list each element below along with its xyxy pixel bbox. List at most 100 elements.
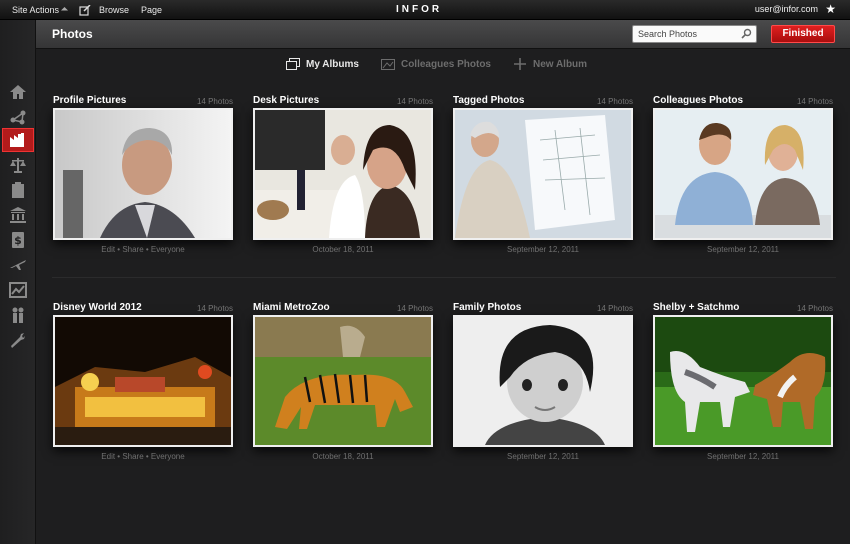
album-meta: September 12, 2011 — [707, 452, 779, 461]
portrait-photo — [55, 110, 231, 238]
album-cover-image[interactable] — [53, 315, 233, 447]
page-header: Photos Search Photos Finished — [36, 20, 850, 49]
album-meta: September 12, 2011 — [507, 245, 579, 254]
sidebar-item-finance[interactable]: $ — [2, 228, 34, 252]
album-photo-count: 14 Photos — [596, 97, 633, 106]
user-email[interactable]: user@infor.com — [755, 4, 818, 14]
album-photo-count: 14 Photos — [596, 304, 633, 313]
album-card[interactable]: Colleagues Photos 14 Photos September 12… — [653, 95, 833, 265]
album-meta: September 12, 2011 — [507, 452, 579, 461]
album-photo-count: 14 Photos — [196, 304, 233, 313]
album-card[interactable]: Profile Pictures 14 Photos Edit • Share … — [53, 95, 233, 265]
colleagues-photo — [655, 110, 831, 238]
colleagues-photos-icon — [380, 59, 395, 70]
share-network-icon — [10, 110, 26, 125]
sidebar-item-bank[interactable] — [2, 203, 34, 227]
album-photo-count: 14 Photos — [196, 97, 233, 106]
sidebar-item-home[interactable] — [2, 80, 34, 104]
tiger-photo — [255, 317, 431, 445]
album-photo-count: 14 Photos — [396, 304, 433, 313]
site-actions-label: Site Actions — [12, 5, 60, 15]
album-cover-image[interactable] — [53, 108, 233, 240]
browse-edit-icon[interactable] — [79, 4, 91, 16]
clipboard-icon — [12, 182, 24, 198]
tools-icon — [11, 333, 25, 348]
sidebar-item-tools[interactable] — [2, 328, 34, 352]
sidebar-item-people[interactable] — [2, 303, 34, 327]
album-meta: October 18, 2011 — [312, 245, 374, 254]
site-actions-menu[interactable]: Site Actions — [12, 5, 69, 15]
search-icon[interactable] — [741, 28, 752, 39]
browse-link[interactable]: Browse — [99, 5, 129, 15]
desk-photo — [255, 110, 431, 238]
album-cover-image[interactable] — [253, 108, 433, 240]
tab-colleagues-photos-label: Colleagues Photos — [400, 58, 491, 70]
album-name[interactable]: Colleagues Photos — [653, 95, 743, 106]
album-cover-image[interactable] — [253, 315, 433, 447]
album-name[interactable]: Profile Pictures — [53, 95, 126, 106]
album-card[interactable]: Desk Pictures 14 Photos October 18, 2011 — [253, 95, 433, 265]
sidebar-item-scales[interactable] — [2, 153, 34, 177]
page-link[interactable]: Page — [141, 5, 162, 15]
tab-new-album-label: New Album — [532, 58, 588, 70]
albums-icon — [286, 58, 300, 70]
album-cover-image[interactable] — [453, 108, 633, 240]
album-photo-count: 14 Photos — [396, 97, 433, 106]
search-placeholder: Search Photos — [638, 29, 698, 39]
sidebar-item-travel[interactable] — [2, 253, 34, 277]
airplane-icon — [10, 260, 26, 270]
page-title: Photos — [52, 27, 93, 41]
factory-icon — [10, 133, 24, 147]
album-cover-image[interactable] — [653, 315, 833, 447]
sidebar-item-network[interactable] — [2, 105, 34, 129]
search-input[interactable]: Search Photos — [632, 25, 757, 43]
infor-logo: INFOR — [396, 4, 443, 15]
albums-panel: My Albums Colleagues Photos New Album Pr… — [36, 49, 850, 544]
svg-text:$: $ — [14, 234, 22, 247]
album-name[interactable]: Miami MetroZoo — [253, 302, 330, 313]
album-cover-image[interactable] — [453, 315, 633, 447]
blueprint-photo — [455, 110, 631, 238]
sidebar: $ — [0, 20, 36, 544]
album-name[interactable]: Shelby + Satchmo — [653, 302, 739, 313]
tab-new-album[interactable]: New Album — [513, 58, 587, 70]
album-card[interactable]: Family Photos 14 Photos September 12, 20… — [453, 302, 633, 472]
row-divider — [52, 277, 836, 278]
album-photo-count: 14 Photos — [796, 304, 833, 313]
album-name[interactable]: Desk Pictures — [253, 95, 319, 106]
top-nav: Site Actions Browse Page — [12, 0, 174, 20]
bank-icon — [10, 207, 26, 223]
people-icon — [12, 307, 24, 323]
plus-icon — [513, 58, 526, 70]
dogs-photo — [655, 317, 831, 445]
album-card[interactable]: Miami MetroZoo 14 Photos October 18, 201… — [253, 302, 433, 472]
child-photo — [455, 317, 631, 445]
disney-photo — [55, 317, 231, 445]
album-meta: September 12, 2011 — [707, 245, 779, 254]
album-meta[interactable]: Edit • Share • Everyone — [53, 452, 233, 461]
album-meta: October 18, 2011 — [312, 452, 374, 461]
album-card[interactable]: Disney World 2012 14 Photos Edit • Share… — [53, 302, 233, 472]
chart-icon — [9, 282, 27, 298]
sidebar-item-factory[interactable] — [2, 128, 34, 152]
album-name[interactable]: Family Photos — [453, 302, 521, 313]
finished-button[interactable]: Finished — [771, 25, 835, 43]
sidebar-item-clipboard[interactable] — [2, 178, 34, 202]
album-meta[interactable]: Edit • Share • Everyone — [53, 245, 233, 254]
album-card[interactable]: Tagged Photos 14 Photos September 12, 20… — [453, 95, 633, 265]
chevron-down-icon — [60, 6, 69, 14]
album-card[interactable]: Shelby + Satchmo 14 Photos September 12,… — [653, 302, 833, 472]
star-icon[interactable]: ★ — [825, 2, 836, 16]
tab-my-albums[interactable]: My Albums — [286, 58, 359, 70]
tab-my-albums-label: My Albums — [306, 58, 359, 70]
sidebar-item-reports[interactable] — [2, 278, 34, 302]
album-name[interactable]: Disney World 2012 — [53, 302, 142, 313]
dollar-icon: $ — [12, 232, 24, 248]
album-cover-image[interactable] — [653, 108, 833, 240]
tab-colleagues-photos[interactable]: Colleagues Photos — [380, 58, 491, 70]
scales-icon — [10, 158, 26, 173]
top-bar: Site Actions Browse Page INFOR user@info… — [0, 0, 850, 20]
home-icon — [10, 85, 26, 99]
album-name[interactable]: Tagged Photos — [453, 95, 524, 106]
album-photo-count: 14 Photos — [796, 97, 833, 106]
